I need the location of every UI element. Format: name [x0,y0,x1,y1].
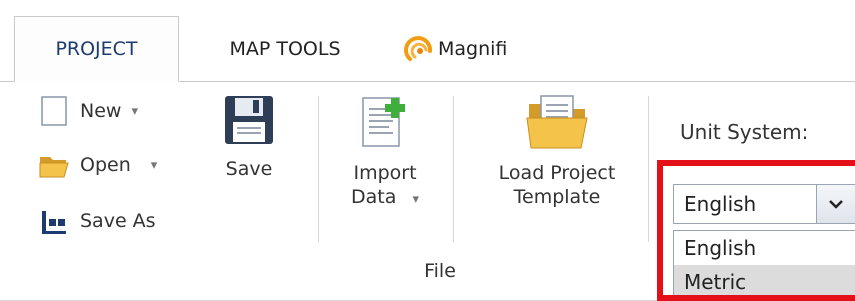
unit-option-english[interactable]: English [674,231,855,265]
folder-document-icon [526,95,588,149]
ribbon-tab-bar: PROJECT MAP TOOLS Magnifi [0,0,855,82]
load-template-label-line1: Load Project [498,162,616,184]
unit-system-select[interactable]: English [673,184,855,224]
unit-system-dropdown-list: English Metric [673,230,855,300]
tab-magnifi-label: Magnifi [438,38,508,60]
save-as-button[interactable]: Save As [38,204,156,238]
unit-system-selected-value: English [684,192,757,216]
tab-magnifi[interactable]: Magnifi [404,16,554,82]
blank-document-icon [41,96,67,126]
file-group-label: File [424,260,456,282]
ribbon-separator [648,96,649,242]
document-add-icon [362,97,405,147]
load-template-label-line2: Template [513,185,601,208]
tab-map-tools[interactable]: MAP TOOLS [210,16,360,82]
new-button-label: New [80,100,122,122]
import-data-button[interactable]: Import Data ▾ [337,94,433,210]
save-button[interactable]: Save [216,94,282,182]
open-button-label: Open [80,154,131,176]
save-as-button-label: Save As [80,210,156,232]
magnifi-logo-icon [404,36,433,61]
chevron-down-icon[interactable] [816,185,855,223]
save-as-icon [42,211,66,234]
import-data-label-line2: Data [351,185,397,208]
open-button[interactable]: Open ▾ [38,148,157,182]
folder-open-icon [39,157,69,178]
floppy-disk-icon [225,96,273,144]
unit-system-label: Unit System: [680,120,809,144]
tab-project-label: PROJECT [55,38,138,60]
tab-map-tools-label: MAP TOOLS [229,38,341,60]
chevron-down-icon: ▾ [412,191,419,207]
new-button[interactable]: New ▾ [38,94,138,128]
dropdown-arrow-glyph [829,200,843,209]
load-project-template-button[interactable]: Load Project Template [472,94,642,210]
unit-option-metric[interactable]: Metric [674,265,855,299]
ribbon-separator [453,96,454,242]
tab-project[interactable]: PROJECT [14,16,179,82]
ribbon-separator [318,96,319,242]
chevron-down-icon: ▾ [131,103,138,119]
chevron-down-icon: ▾ [150,157,158,173]
save-button-label: Save [225,158,273,180]
import-data-label-line1: Import [353,162,417,184]
